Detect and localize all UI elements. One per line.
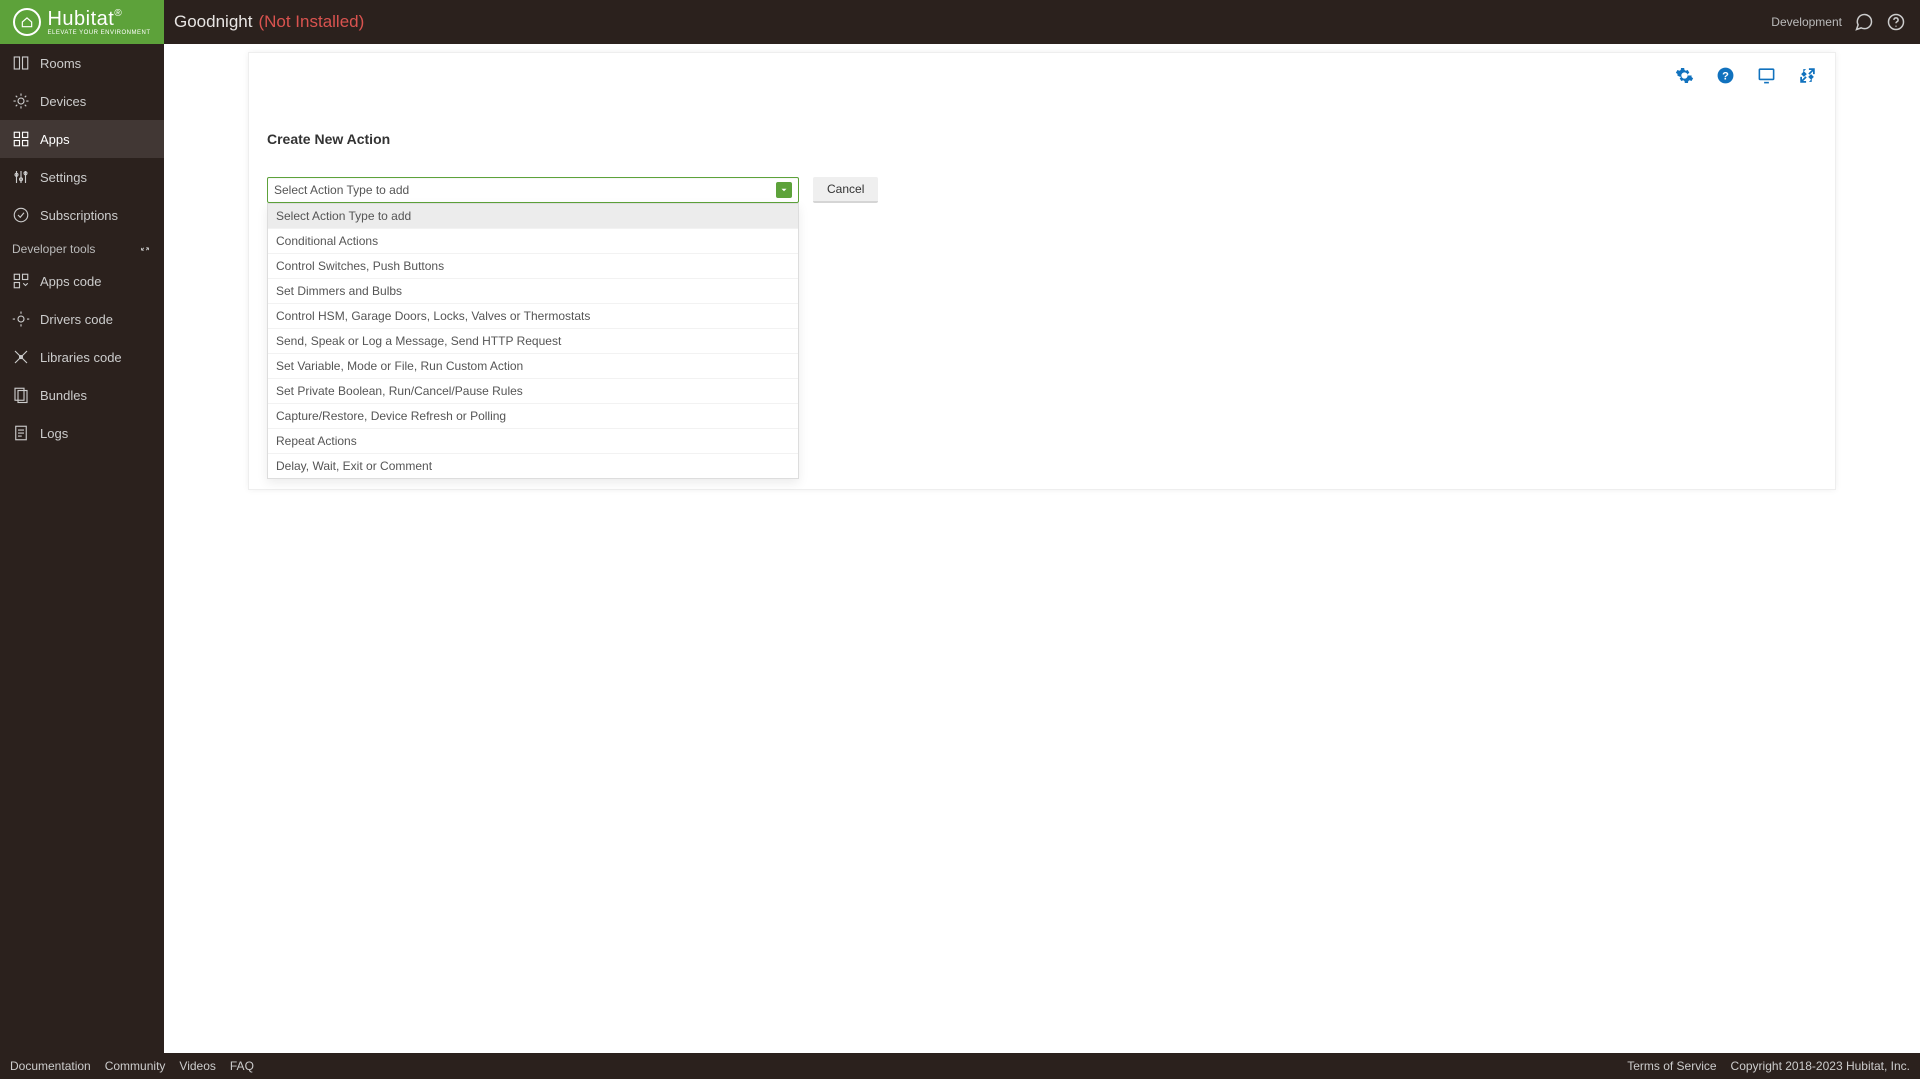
footer-right: Terms of Service Copyright 2018-2023 Hub… — [1627, 1059, 1910, 1073]
action-row: Select Action Type to add Select Action … — [267, 177, 1817, 203]
footer-link-documentation[interactable]: Documentation — [10, 1059, 91, 1073]
sidebar-item-settings[interactable]: Settings — [0, 158, 164, 196]
section-title: Create New Action — [267, 131, 1817, 147]
select-option[interactable]: Set Dimmers and Bulbs — [268, 278, 798, 303]
card: ? Create New Action Select Action Type t… — [248, 52, 1836, 490]
sidebar-item-label: Subscriptions — [40, 208, 118, 223]
sidebar-item-label: Rooms — [40, 56, 81, 71]
expand-icon[interactable] — [1798, 66, 1817, 85]
svg-text:?: ? — [1722, 70, 1729, 82]
help-icon[interactable] — [1886, 12, 1906, 32]
sidebar-item-apps[interactable]: Apps — [0, 120, 164, 158]
footer-link-faq[interactable]: FAQ — [230, 1059, 254, 1073]
footer-left: Documentation Community Videos FAQ — [10, 1059, 254, 1073]
page-title-status: (Not Installed) — [258, 12, 364, 32]
select-option[interactable]: Select Action Type to add — [268, 204, 798, 228]
action-type-select[interactable]: Select Action Type to add Select Action … — [267, 177, 799, 203]
topbar: Hubitat® ELEVATE YOUR ENVIRONMENT Goodni… — [0, 0, 1920, 44]
sidebar-item-libraries-code[interactable]: Libraries code — [0, 338, 164, 376]
select-option[interactable]: Conditional Actions — [268, 228, 798, 253]
settings-icon — [12, 168, 30, 186]
footer: Documentation Community Videos FAQ Terms… — [0, 1053, 1920, 1079]
chat-icon[interactable] — [1854, 12, 1874, 32]
select-option[interactable]: Set Private Boolean, Run/Cancel/Pause Ru… — [268, 378, 798, 403]
select-option[interactable]: Control Switches, Push Buttons — [268, 253, 798, 278]
gear-icon[interactable] — [1675, 66, 1694, 85]
sidebar-item-label: Settings — [40, 170, 87, 185]
topbar-right: Development — [1771, 12, 1920, 32]
sidebar-item-drivers-code[interactable]: Drivers code — [0, 300, 164, 338]
footer-copyright: Copyright 2018-2023 Hubitat, Inc. — [1731, 1059, 1910, 1073]
sidebar-item-bundles[interactable]: Bundles — [0, 376, 164, 414]
sidebar-item-logs[interactable]: Logs — [0, 414, 164, 452]
select-option[interactable]: Control HSM, Garage Doors, Locks, Valves… — [268, 303, 798, 328]
cancel-button[interactable]: Cancel — [813, 177, 878, 203]
logo[interactable]: Hubitat® ELEVATE YOUR ENVIRONMENT — [0, 0, 164, 44]
sidebar-item-label: Bundles — [40, 388, 87, 403]
monitor-icon[interactable] — [1757, 66, 1776, 85]
select-option[interactable]: Delay, Wait, Exit or Comment — [268, 453, 798, 478]
sidebar-item-label: Libraries code — [40, 350, 122, 365]
dev-mode-label: Development — [1771, 15, 1842, 29]
devices-icon — [12, 92, 30, 110]
page-title-wrap: Goodnight (Not Installed) — [164, 12, 364, 32]
sidebar-item-label: Drivers code — [40, 312, 113, 327]
footer-link-videos[interactable]: Videos — [179, 1059, 215, 1073]
sidebar-item-apps-code[interactable]: Apps code — [0, 262, 164, 300]
sidebar-item-label: Apps — [40, 132, 70, 147]
rooms-icon — [12, 54, 30, 72]
card-toolbar: ? — [1675, 66, 1817, 85]
card-body: Create New Action Select Action Type to … — [249, 53, 1835, 243]
select-display[interactable]: Select Action Type to add — [267, 177, 799, 203]
help-circle-icon[interactable]: ? — [1716, 66, 1735, 85]
logo-icon — [13, 8, 41, 36]
sidebar-item-label: Devices — [40, 94, 86, 109]
page-title: Goodnight — [174, 12, 252, 32]
footer-link-community[interactable]: Community — [105, 1059, 166, 1073]
select-dropdown: Select Action Type to add Conditional Ac… — [267, 203, 799, 479]
sidebar-item-subscriptions[interactable]: Subscriptions — [0, 196, 164, 234]
chevron-down-icon — [776, 182, 792, 198]
sidebar: Rooms Devices Apps Settings Subscription… — [0, 44, 164, 1053]
drivers-code-icon — [12, 310, 30, 328]
sidebar-section-devtools[interactable]: Developer tools — [0, 234, 164, 262]
select-option[interactable]: Set Variable, Mode or File, Run Custom A… — [268, 353, 798, 378]
sidebar-item-label: Apps code — [40, 274, 101, 289]
bundles-icon — [12, 386, 30, 404]
sidebar-item-label: Logs — [40, 426, 68, 441]
sidebar-item-rooms[interactable]: Rooms — [0, 44, 164, 82]
select-option[interactable]: Repeat Actions — [268, 428, 798, 453]
collapse-icon[interactable] — [138, 242, 152, 256]
select-value: Select Action Type to add — [274, 183, 409, 197]
libraries-code-icon — [12, 348, 30, 366]
footer-link-tos[interactable]: Terms of Service — [1627, 1059, 1716, 1073]
logo-text: Hubitat® ELEVATE YOUR ENVIRONMENT — [47, 9, 150, 36]
sidebar-section-label: Developer tools — [12, 242, 95, 256]
main: ? Create New Action Select Action Type t… — [164, 44, 1920, 1053]
logs-icon — [12, 424, 30, 442]
subscriptions-icon — [12, 206, 30, 224]
apps-code-icon — [12, 272, 30, 290]
select-option[interactable]: Capture/Restore, Device Refresh or Polli… — [268, 403, 798, 428]
select-option[interactable]: Send, Speak or Log a Message, Send HTTP … — [268, 328, 798, 353]
sidebar-item-devices[interactable]: Devices — [0, 82, 164, 120]
apps-icon — [12, 130, 30, 148]
